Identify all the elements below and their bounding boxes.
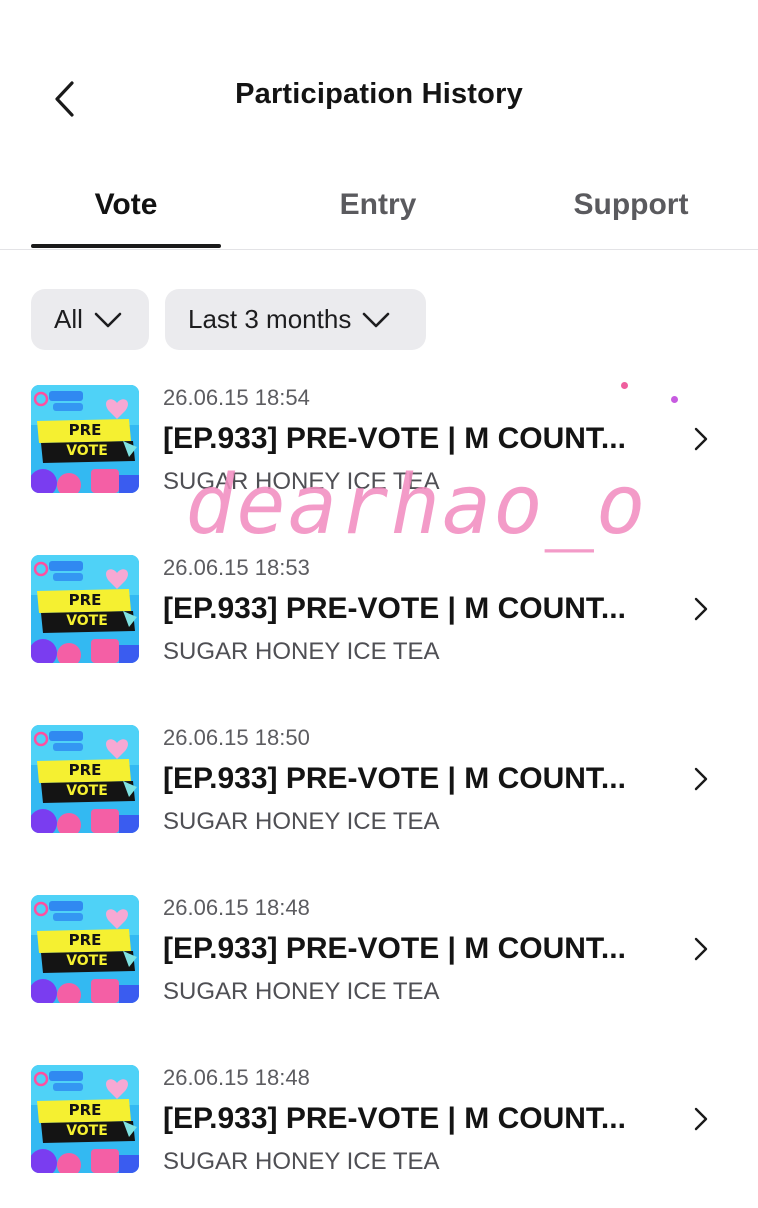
list-item[interactable]: PRE VOTE 26.06.15 18:54 [EP.933] PRE-VOTE |…	[0, 378, 758, 528]
item-subtitle: SUGAR HONEY ICE TEA	[163, 468, 440, 495]
thumbnail-text-pre: PRE	[68, 761, 102, 779]
item-subtitle: SUGAR HONEY ICE TEA	[163, 638, 440, 665]
active-tab-indicator	[31, 244, 221, 248]
list-item[interactable]: PRE VOTE 26.06.15 18:53 [EP.933] PRE-VOTE |…	[0, 548, 758, 698]
decorative-dot	[621, 382, 628, 389]
chevron-right-icon	[688, 1106, 714, 1132]
thumbnail-text-pre: PRE	[68, 1101, 102, 1119]
item-title: [EP.933] PRE-VOTE | M COUNT...	[163, 762, 626, 795]
tab-vote[interactable]: Vote	[31, 160, 221, 249]
chevron-right-icon	[688, 596, 714, 622]
chevron-down-icon	[93, 311, 123, 329]
thumbnail-text-vote: VOTE	[66, 953, 108, 969]
item-title: [EP.933] PRE-VOTE | M COUNT...	[163, 422, 626, 455]
list-item[interactable]: PRE VOTE 26.06.15 18:50 [EP.933] PRE-VOTE |…	[0, 718, 758, 868]
thumbnail-text-pre: PRE	[68, 591, 102, 609]
item-title: [EP.933] PRE-VOTE | M COUNT...	[163, 932, 626, 965]
item-date: 26.06.15 18:48	[163, 895, 310, 920]
chevron-right-icon	[688, 936, 714, 962]
vote-thumbnail: PRE VOTE	[31, 725, 139, 833]
thumbnail-text-vote: VOTE	[66, 443, 108, 459]
chevron-right-icon	[688, 426, 714, 452]
list-item[interactable]: PRE VOTE 26.06.15 18:48 [EP.933] PRE-VOTE |…	[0, 888, 758, 1038]
chevron-down-icon	[361, 311, 391, 329]
period-filter-label: Last 3 months	[188, 304, 352, 334]
item-date: 26.06.15 18:48	[163, 1065, 310, 1090]
item-date: 26.06.15 18:54	[163, 385, 310, 410]
tab-support[interactable]: Support	[536, 160, 726, 249]
tab-bar: Vote Entry Support	[0, 160, 758, 250]
decorative-dot	[671, 396, 678, 403]
thumbnail-text-pre: PRE	[68, 421, 102, 439]
vote-thumbnail: PRE VOTE	[31, 555, 139, 663]
type-filter-label: All	[54, 304, 83, 334]
item-subtitle: SUGAR HONEY ICE TEA	[163, 1148, 440, 1175]
tab-entry[interactable]: Entry	[283, 160, 473, 249]
page-title: Participation History	[235, 78, 523, 110]
thumbnail-text-pre: PRE	[68, 931, 102, 949]
item-date: 26.06.15 18:50	[163, 725, 310, 750]
item-title: [EP.933] PRE-VOTE | M COUNT...	[163, 592, 626, 625]
item-title: [EP.933] PRE-VOTE | M COUNT...	[163, 1102, 626, 1135]
chevron-right-icon	[688, 766, 714, 792]
thumbnail-text-vote: VOTE	[66, 613, 108, 629]
header-bar: Participation History	[0, 0, 758, 160]
thumbnail-text-vote: VOTE	[66, 1123, 108, 1139]
type-filter-dropdown[interactable]: All	[31, 289, 149, 350]
vote-thumbnail: PRE VOTE	[31, 1065, 139, 1173]
item-subtitle: SUGAR HONEY ICE TEA	[163, 808, 440, 835]
item-subtitle: SUGAR HONEY ICE TEA	[163, 978, 440, 1005]
item-date: 26.06.15 18:53	[163, 555, 310, 580]
thumbnail-text-vote: VOTE	[66, 783, 108, 799]
list-item[interactable]: PRE VOTE 26.06.15 18:48 [EP.933] PRE-VOTE |…	[0, 1058, 758, 1208]
vote-thumbnail: PRE VOTE	[31, 895, 139, 1003]
vote-thumbnail: PRE VOTE	[31, 385, 139, 493]
period-filter-dropdown[interactable]: Last 3 months	[165, 289, 426, 350]
